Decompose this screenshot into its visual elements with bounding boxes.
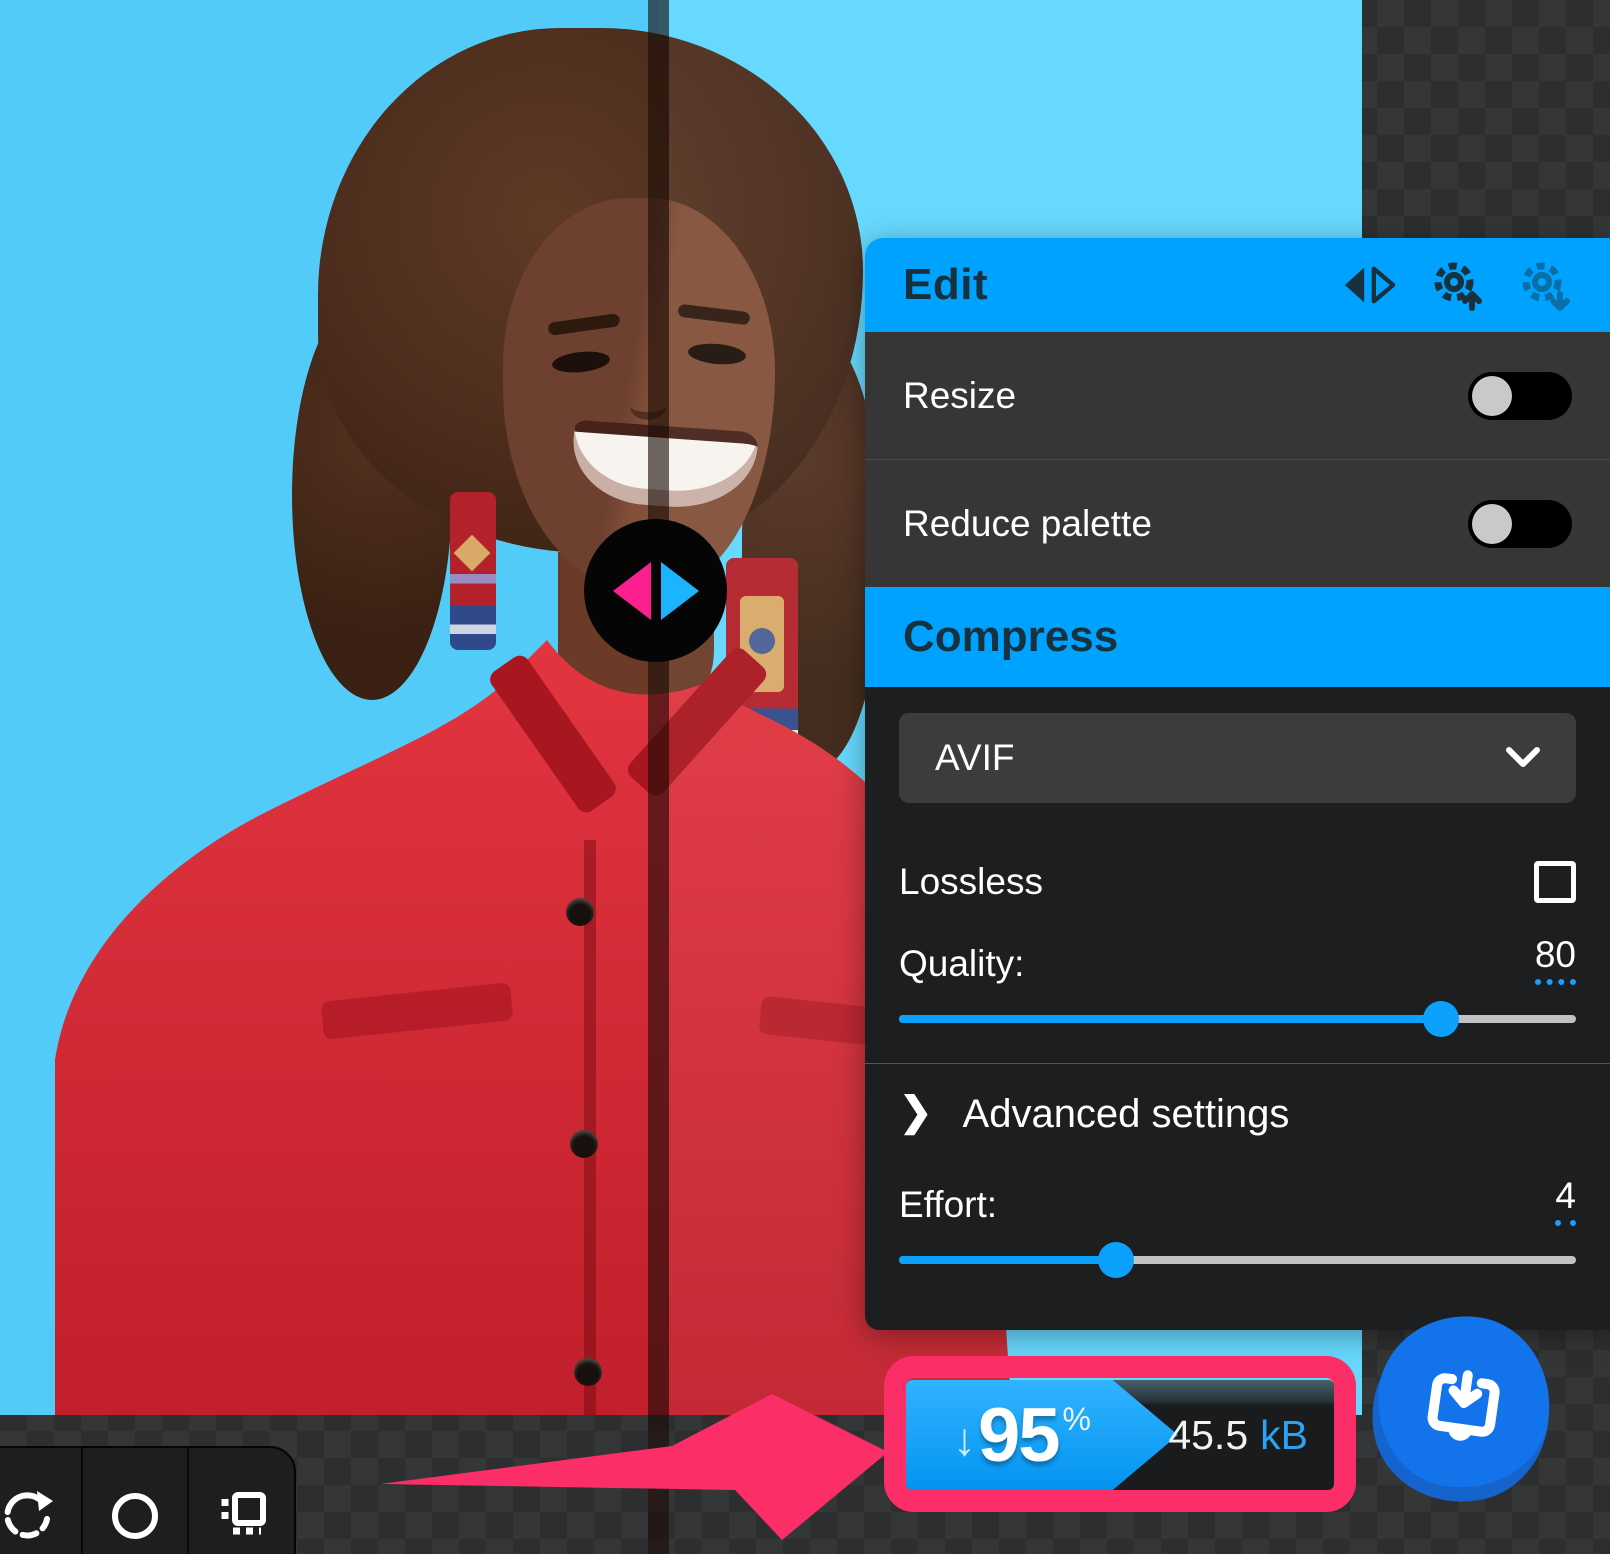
resize-row: Resize (865, 332, 1610, 459)
comparison-divider[interactable] (648, 0, 669, 1554)
handle-left-arrow-icon (613, 562, 651, 620)
chevron-down-icon (1506, 747, 1540, 769)
lossless-checkbox[interactable] (1534, 861, 1576, 903)
toggle-knob (1472, 376, 1512, 416)
lossless-row: Lossless (899, 837, 1576, 927)
codec-select[interactable]: AVIF (899, 713, 1576, 803)
quality-label: Quality: (899, 943, 1024, 985)
quality-labels-row: Quality: 80 (899, 927, 1576, 991)
file-size: 45.5 kB (1168, 1380, 1308, 1490)
down-arrow-icon: ↓ (953, 1412, 976, 1466)
file-size-value: 45.5 (1168, 1412, 1248, 1459)
photo-button (566, 898, 594, 926)
comparison-handle[interactable] (584, 519, 727, 662)
resize-toggle[interactable] (1468, 372, 1572, 420)
effort-slider[interactable] (899, 1232, 1576, 1288)
effort-labels-row: Effort: 4 (899, 1168, 1576, 1232)
compress-header: Compress (865, 587, 1610, 687)
chevron-right-icon: ❯ (899, 1089, 933, 1135)
codec-select-value: AVIF (935, 737, 1015, 779)
options-panel: Edit (865, 238, 1610, 1330)
handle-right-arrow-icon (661, 562, 699, 620)
reduce-palette-row: Reduce palette (865, 460, 1610, 587)
percent-sign: % (1063, 1401, 1091, 1438)
rotate-button[interactable] (0, 1448, 81, 1554)
scale-icon (213, 1487, 271, 1545)
resize-label: Resize (903, 375, 1016, 417)
circle-icon (106, 1487, 164, 1545)
app-window: Edit (0, 0, 1610, 1554)
savings-percent: 95 (978, 1392, 1059, 1479)
export-settings-gear-icon[interactable] (1518, 258, 1572, 312)
quality-value[interactable]: 80 (1535, 934, 1576, 985)
compress-section: AVIF Lossless Quality: 80 ❯ (865, 687, 1610, 1330)
edit-header-title: Edit (903, 260, 988, 310)
section-divider (865, 1063, 1610, 1064)
advanced-settings-toggle[interactable]: ❯ Advanced settings (899, 1074, 1576, 1154)
results-bubble: ↓ 95 % 45.5 kB (906, 1380, 1334, 1490)
toggle-knob (1472, 504, 1512, 544)
effort-slider-thumb[interactable] (1098, 1242, 1134, 1278)
scale-view-button[interactable] (187, 1448, 294, 1554)
original-view-button[interactable] (81, 1448, 188, 1554)
photo-button (570, 1130, 598, 1158)
photo-placket (584, 840, 596, 1415)
advanced-settings-label: Advanced settings (963, 1092, 1290, 1137)
lossless-label: Lossless (899, 861, 1043, 903)
compress-header-title: Compress (903, 612, 1118, 662)
photo-button (574, 1358, 602, 1386)
reduce-palette-toggle[interactable] (1468, 500, 1572, 548)
edit-header: Edit (865, 238, 1610, 332)
import-settings-gear-icon[interactable] (1430, 258, 1484, 312)
compare-view-icon[interactable] (1342, 258, 1396, 312)
download-button[interactable] (1372, 1316, 1556, 1502)
canvas-toolbar (0, 1446, 296, 1554)
effort-value[interactable]: 4 (1555, 1175, 1576, 1226)
quality-slider[interactable] (899, 991, 1576, 1047)
effort-label: Effort: (899, 1184, 997, 1226)
file-size-unit: kB (1260, 1412, 1308, 1459)
reduce-palette-label: Reduce palette (903, 503, 1152, 545)
download-icon (1415, 1353, 1512, 1450)
quality-slider-thumb[interactable] (1423, 1001, 1459, 1037)
quality-slider-fill (899, 1015, 1441, 1023)
rotate-icon (0, 1487, 57, 1545)
effort-slider-fill (899, 1256, 1116, 1264)
